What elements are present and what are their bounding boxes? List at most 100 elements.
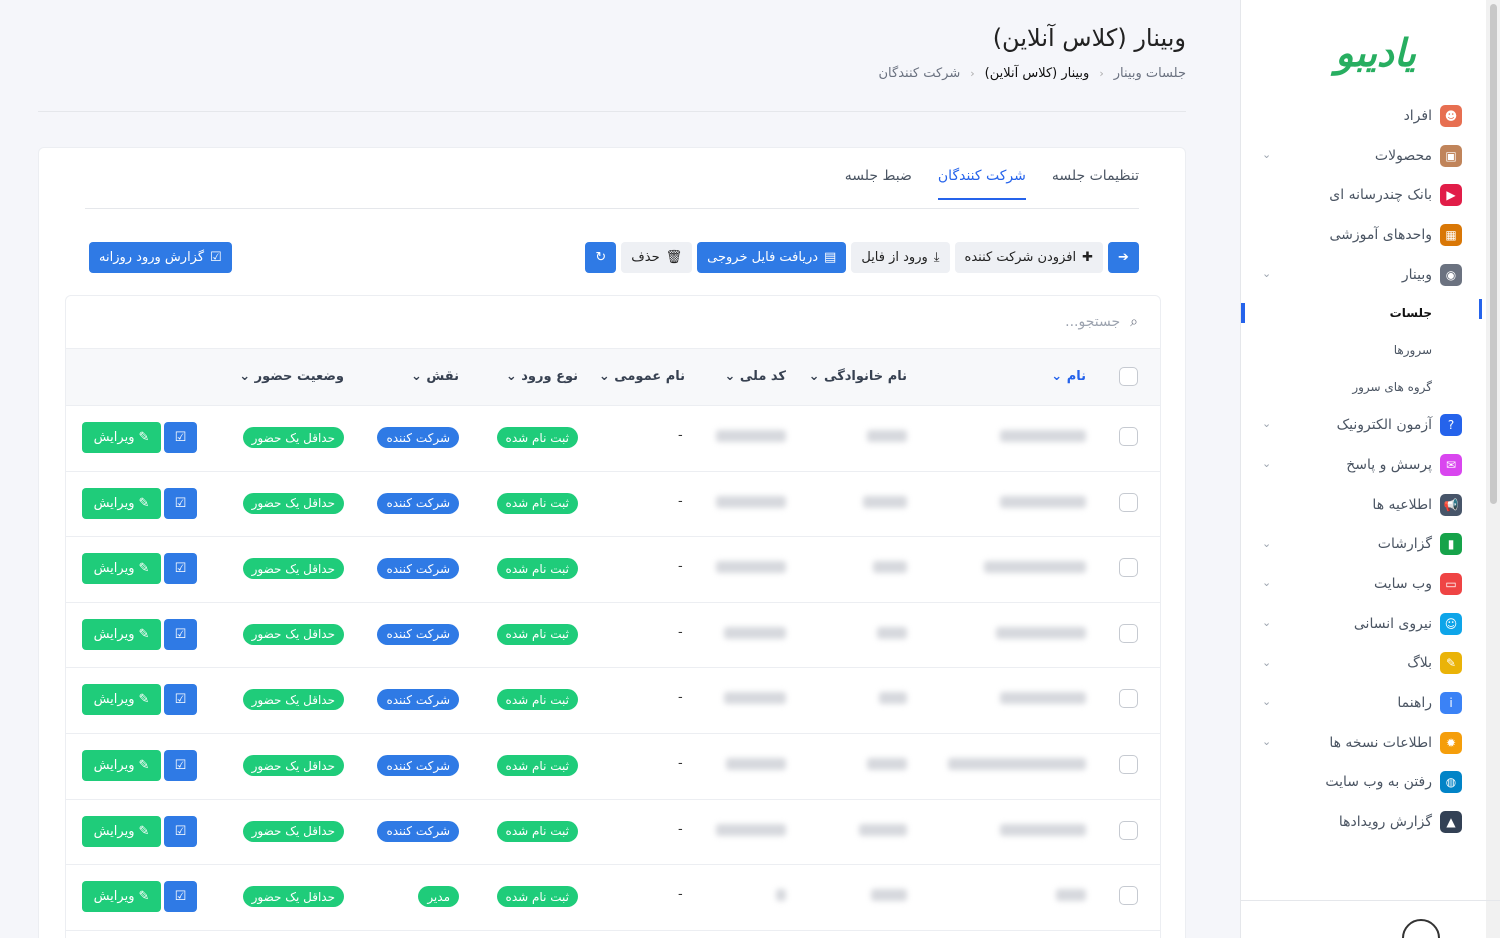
edit-label: ویرایش (93, 626, 135, 642)
chevron-down-icon[interactable]: ⌄ (1262, 417, 1271, 430)
edit-button[interactable]: ✎ ویرایش (82, 487, 161, 519)
attendance-calendar-button[interactable]: ☑ (164, 684, 197, 716)
col-first-name[interactable]: نام ⌄ (1051, 369, 1086, 384)
public-name-cell: - (678, 821, 683, 837)
attendance-calendar-button[interactable]: ☑ (164, 422, 197, 453)
chevron-down-icon[interactable]: ⌄ (1262, 576, 1271, 589)
sidebar-item-label: اطلاعات نسخه ها (1329, 734, 1432, 751)
sidebar-item[interactable]: افراد ☻ (1240, 96, 1462, 136)
row-checkbox[interactable] (1119, 820, 1138, 840)
row-checkbox[interactable] (1119, 886, 1138, 906)
sidebar-item[interactable]: ⌄ نیروی انسانی ☺ (1240, 604, 1462, 644)
attendance-calendar-button[interactable]: ☑ (164, 553, 197, 585)
search-input[interactable]: جستجو... (1065, 314, 1120, 330)
user-avatar-icon[interactable] (1402, 919, 1440, 938)
search-box[interactable]: ⌕ جستجو... (1065, 314, 1138, 330)
sidebar-item[interactable]: رفتن به وب سایت ◍ (1240, 763, 1462, 803)
redacted-first-name (984, 561, 1086, 574)
sidebar-item[interactable]: ⌄ وب سایت ▭ (1240, 564, 1462, 604)
tab-settings[interactable]: تنظیمات جلسه (1052, 168, 1139, 200)
chevron-down-icon[interactable]: ⌄ (1262, 457, 1271, 470)
col-label: نام عمومی (614, 369, 685, 384)
chevron-down-icon[interactable]: ⌄ (1262, 537, 1271, 550)
export-file-button[interactable]: ▤ دریافت فایل خروجی (697, 242, 847, 273)
import-file-button[interactable]: ⤓ ورود از فایل (851, 242, 950, 273)
scrollbar-thumb[interactable] (1490, 4, 1497, 504)
sidebar-item[interactable]: گزارش رویدادها ▲ (1240, 802, 1462, 842)
daily-login-report-button[interactable]: ☑ گزارش ورود روزانه (89, 242, 232, 273)
breadcrumb-item[interactable]: وبینار (کلاس آنلاین) (985, 66, 1090, 81)
sidebar-item[interactable]: بانک چندرسانه ای ▶ (1240, 175, 1462, 215)
col-last-name[interactable]: نام خانوادگی ⌄ (809, 369, 907, 384)
sidebar-item[interactable]: ⌄ پرسش و پاسخ ✉ (1240, 445, 1462, 485)
redacted-last-name (863, 495, 907, 508)
edit-button[interactable]: ✎ ویرایش (82, 815, 161, 847)
sidebar-item[interactable]: ⌄ راهنما i (1240, 683, 1462, 723)
back-button[interactable]: ➔ (1108, 242, 1139, 273)
chevron-down-icon[interactable]: ⌄ (1262, 695, 1271, 708)
calendar-check-icon: ☑ (174, 626, 187, 642)
edit-button[interactable]: ✎ ویرایش (82, 881, 161, 913)
edit-button[interactable]: ✎ ویرایش (82, 553, 161, 585)
sidebar-subitem[interactable]: گروه های سرور (1240, 368, 1462, 405)
col-attendance-status[interactable]: وضعیت حضور ⌄ (239, 369, 344, 384)
sidebar-scrollbar[interactable] (1486, 0, 1500, 938)
sidebar-item[interactable]: ⌄ گزارشات ▮ (1240, 525, 1462, 565)
refresh-button[interactable]: ↻ (585, 242, 617, 273)
row-checkbox[interactable] (1119, 689, 1138, 709)
content-card: تنظیمات جلسه شرکت کنندگان ضبط جلسه ➔ ✚ اف… (38, 147, 1186, 938)
sidebar-item[interactable]: ⌄ محصولات ▣ (1240, 136, 1462, 176)
edit-button[interactable]: ✎ ویرایش (82, 618, 161, 650)
row-checkbox[interactable] (1119, 623, 1138, 643)
sidebar-item[interactable]: اطلاعیه ها 📢 (1240, 485, 1462, 525)
attendance-calendar-button[interactable]: ☑ (164, 487, 197, 519)
sidebar-item[interactable]: واحدهای آموزشی ▦ (1240, 215, 1462, 255)
sidebar-item[interactable]: ⌄ اطلاعات نسخه ها ✹ (1240, 723, 1462, 763)
col-public-name[interactable]: نام عمومی ⌄ (599, 369, 685, 384)
row-checkbox[interactable] (1119, 755, 1138, 774)
sidebar-subitem[interactable]: سرورها (1240, 331, 1462, 368)
attendance-calendar-button[interactable]: ☑ (164, 618, 197, 650)
attendance-calendar-button[interactable]: ☑ (164, 750, 197, 781)
attendance-calendar-button[interactable]: ☑ (164, 881, 197, 913)
redacted-last-name (871, 889, 907, 902)
delete-button[interactable]: 🗑 حذف (621, 242, 693, 273)
select-all-checkbox[interactable] (1119, 367, 1138, 386)
redacted-first-name (1000, 495, 1086, 508)
chevron-down-icon[interactable]: ⌄ (1262, 616, 1271, 629)
sidebar-item[interactable]: ⌄ بلاگ ✎ (1240, 644, 1462, 684)
redacted-national-id (726, 758, 786, 770)
chevron-down-icon[interactable]: ⌄ (1262, 656, 1271, 669)
tab-recording[interactable]: ضبط جلسه (845, 168, 912, 200)
col-login-type[interactable]: نوع ورود ⌄ (506, 369, 578, 384)
megaphone-icon: 📢 (1440, 493, 1462, 516)
row-checkbox[interactable] (1119, 427, 1138, 446)
add-participant-button[interactable]: ✚ افزودن شرکت کننده (954, 242, 1103, 273)
col-national-id[interactable]: کد ملی ⌄ (724, 369, 786, 384)
chevron-down-icon[interactable]: ⌄ (1262, 735, 1271, 748)
edit-button[interactable]: ✎ ویرایش (82, 422, 161, 453)
row-checkbox[interactable] (1119, 492, 1138, 512)
edit-button[interactable]: ✎ ویرایش (82, 684, 161, 716)
chevron-down-icon[interactable]: ⌄ (1262, 148, 1271, 161)
edit-label: ویرایش (93, 823, 135, 839)
breadcrumb: جلسات وبینار ‹ وبینار (کلاس آنلاین) ‹ شر… (879, 66, 1187, 81)
breadcrumb-item[interactable]: جلسات وبینار (1114, 66, 1186, 81)
attendance-calendar-button[interactable]: ☑ (164, 815, 197, 847)
col-role[interactable]: نقش ⌄ (411, 369, 459, 384)
sidebar-item[interactable]: ⌄ آزمون الکترونیک? (1240, 405, 1462, 445)
status-badge: حداقل یک حضور (242, 755, 344, 776)
public-name-cell: - (678, 493, 683, 509)
tab-participants[interactable]: شرکت کنندگان (937, 168, 1026, 200)
row-checkbox[interactable] (1119, 558, 1138, 578)
chevron-down-icon[interactable]: ⌄ (1262, 267, 1271, 280)
table-row: - ثبت نام شده شرکت کننده حداقل یک حضور ☑ ✎ ویر… (66, 734, 1160, 800)
sidebar-subitem[interactable]: جلسات (1240, 294, 1482, 331)
sidebar-item[interactable]: ⌄ وبینار ◉ (1240, 255, 1462, 295)
redacted-national-id (776, 889, 786, 902)
sidebar-item-label: گزارشات (1377, 536, 1432, 553)
public-name-cell: - (678, 756, 683, 771)
public-name-cell: - (678, 559, 683, 575)
page-title: وبینار (کلاس آنلاین) (992, 24, 1186, 52)
edit-button[interactable]: ✎ ویرایش (82, 750, 161, 781)
